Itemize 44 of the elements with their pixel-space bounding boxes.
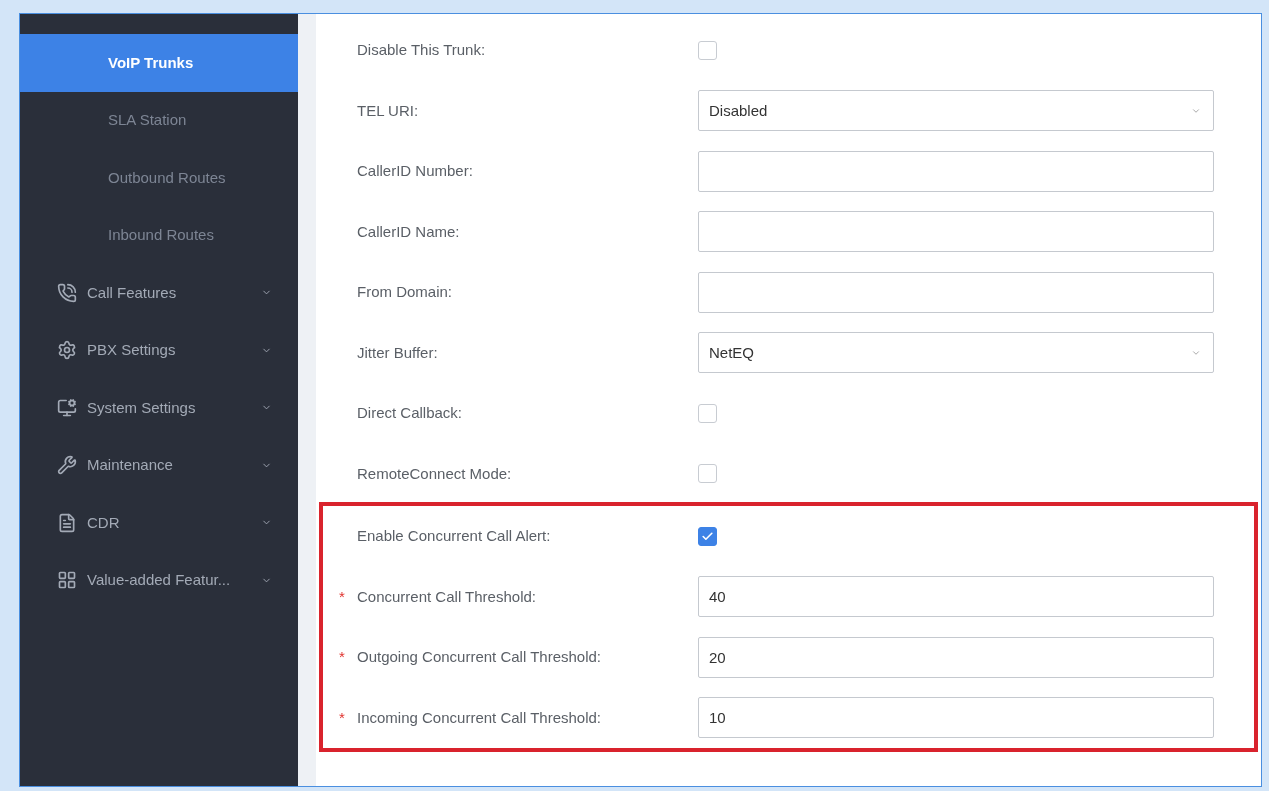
grid-icon <box>57 570 77 591</box>
dropdown[interactable]: NetEQ <box>698 332 1214 374</box>
field-label: Concurrent Call Threshold: <box>357 586 536 607</box>
check-icon <box>701 529 714 543</box>
checkbox[interactable] <box>698 403 717 423</box>
sidebar-item[interactable]: Call Features <box>20 264 298 322</box>
document-icon <box>57 512 77 533</box>
field-label: CallerID Name: <box>357 221 460 242</box>
settings-icon <box>57 340 77 361</box>
checkbox[interactable] <box>698 464 717 484</box>
sidebar-item[interactable]: Maintenance <box>20 436 298 494</box>
tools-icon <box>57 455 77 476</box>
field-label: Enable Concurrent Call Alert: <box>357 526 551 546</box>
required-mark: * <box>339 586 345 607</box>
input-field[interactable] <box>698 150 1214 192</box>
sidebar-item[interactable]: CDR <box>20 494 298 552</box>
field-label: Direct Callback: <box>357 403 463 423</box>
field-label: CallerID Number: <box>357 161 473 181</box>
checkbox[interactable] <box>698 40 717 60</box>
sidebar-item[interactable]: Inbound Routes <box>20 206 298 264</box>
sidebar-item[interactable]: Outbound Routes <box>20 149 298 207</box>
checkbox[interactable] <box>698 526 717 546</box>
sidebar-item[interactable]: SLA Station <box>20 91 298 149</box>
field-label: RemoteConnect Mode: <box>357 463 512 484</box>
sidebar-item[interactable]: VoIP Trunks <box>20 34 298 92</box>
field-label: TEL URI: <box>357 100 419 121</box>
sidebar-item[interactable]: Value-added Featur... <box>20 551 298 609</box>
input-field[interactable]: 10 <box>698 697 1214 739</box>
sidebar-item[interactable]: System Settings <box>20 379 298 437</box>
field-label: Jitter Buffer: <box>357 342 438 363</box>
phone-icon <box>57 282 77 303</box>
field-label: From Domain: <box>357 282 453 302</box>
required-mark: * <box>339 647 345 667</box>
monitor-gear-icon <box>57 397 77 418</box>
sidebar-item[interactable]: PBX Settings <box>20 321 298 379</box>
dropdown[interactable]: Disabled <box>698 90 1214 132</box>
input-field[interactable] <box>698 271 1214 313</box>
field-label: Outgoing Concurrent Call Threshold: <box>357 647 602 667</box>
input-field[interactable] <box>698 211 1214 253</box>
input-field[interactable]: 40 <box>698 576 1214 618</box>
field-label: Disable This Trunk: <box>357 40 486 60</box>
input-field[interactable]: 20 <box>698 636 1214 678</box>
required-mark: * <box>339 707 345 728</box>
field-label: Incoming Concurrent Call Threshold: <box>357 707 601 728</box>
